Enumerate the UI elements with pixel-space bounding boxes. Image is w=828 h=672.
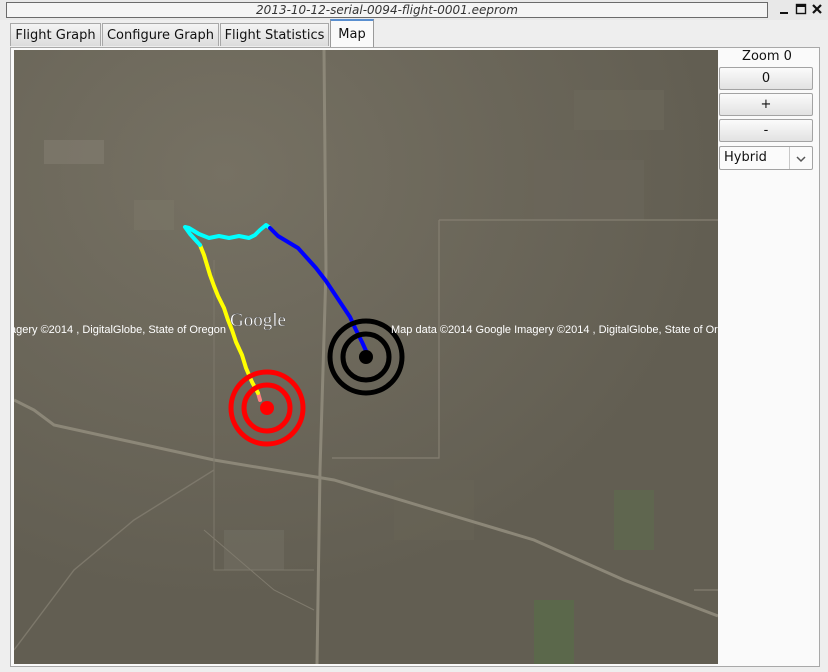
flight-track: Google agery ©2014 , DigitalGlobe, State…: [14, 223, 718, 447]
track-segment-cyan: [183, 223, 272, 247]
zoom-reset-button[interactable]: 0: [719, 67, 813, 90]
tab-label: Configure Graph: [106, 28, 214, 43]
maximize-icon[interactable]: [794, 2, 808, 16]
tab-configure-graph[interactable]: Configure Graph: [102, 23, 219, 46]
tab-label: Flight Graph: [15, 28, 96, 43]
title-box: 2013-10-12-serial-0094-flight-0001.eepro…: [6, 2, 768, 18]
track-segment-blue: [268, 226, 369, 355]
maptype-value: Hybrid: [724, 150, 767, 165]
tab-label: Map: [338, 27, 366, 42]
launch-target-icon: [228, 369, 306, 447]
title-bar[interactable]: 2013-10-12-serial-0094-flight-0001.eepro…: [0, 0, 828, 20]
google-logo: Google: [230, 310, 286, 331]
map-copyright-left: agery ©2014 , DigitalGlobe, State of Ore…: [14, 324, 226, 336]
minimize-icon[interactable]: [777, 2, 791, 16]
tab-label: Flight Statistics: [224, 28, 325, 43]
tab-flight-statistics[interactable]: Flight Statistics: [220, 23, 329, 46]
chevron-down-icon[interactable]: [789, 147, 812, 169]
zoom-out-button[interactable]: -: [719, 119, 813, 142]
tab-map[interactable]: Map: [330, 19, 374, 48]
close-icon[interactable]: [810, 2, 824, 16]
map-view[interactable]: Google agery ©2014 , DigitalGlobe, State…: [14, 50, 718, 664]
map-copyright-right: Map data ©2014 Google Imagery ©2014 , Di…: [391, 324, 718, 336]
tab-flight-graph[interactable]: Flight Graph: [10, 23, 101, 46]
maptype-select[interactable]: Hybrid: [719, 146, 813, 170]
zoom-label: Zoom 0: [742, 49, 792, 64]
zoom-in-button[interactable]: +: [719, 93, 813, 116]
window-title: 2013-10-12-serial-0094-flight-0001.eepro…: [256, 3, 518, 17]
